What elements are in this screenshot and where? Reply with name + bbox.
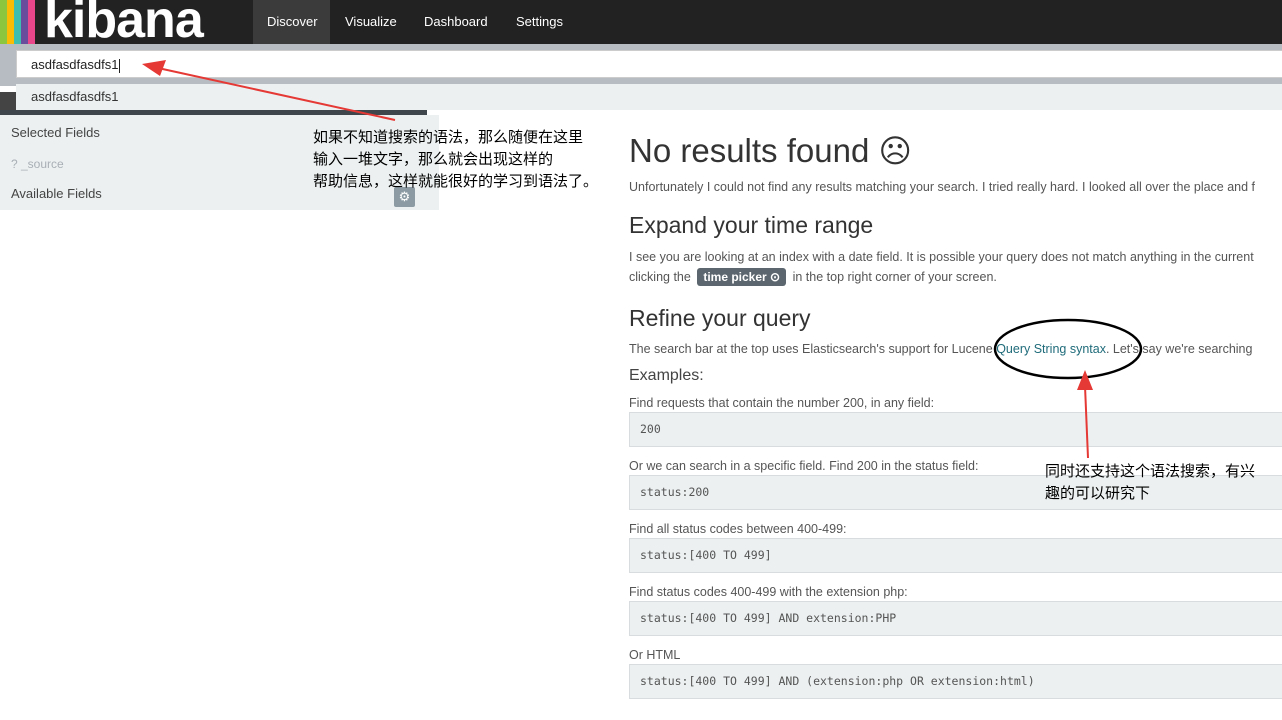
example-code: status:[400 TO 499] AND extension:PHP bbox=[629, 601, 1282, 636]
example-desc: Find all status codes between 400-499: bbox=[629, 522, 847, 536]
example-code: status:[400 TO 499] bbox=[629, 538, 1282, 573]
available-fields-heading: Available Fields bbox=[11, 186, 102, 201]
annotation-arrowhead bbox=[1077, 370, 1093, 390]
neutral-face-icon: ☹ bbox=[878, 133, 912, 169]
expand-text-line2: clicking the time picker ⊙ in the top ri… bbox=[629, 268, 997, 286]
source-field[interactable]: ? _source bbox=[11, 157, 64, 171]
no-results-intro: Unfortunately I could not find any resul… bbox=[629, 180, 1256, 194]
examples-heading: Examples: bbox=[629, 367, 704, 384]
refine-text: The search bar at the top uses Elasticse… bbox=[629, 342, 1253, 356]
annotation-note-2: 同时还支持这个语法搜索，有兴 趣的可以研究下 bbox=[1045, 462, 1256, 502]
example-desc: Find requests that contain the number 20… bbox=[629, 396, 935, 410]
search-input[interactable]: asdfasdfasdfs1 bbox=[16, 50, 1282, 78]
search-suggestion-text: asdfasdfasdfs1 bbox=[31, 89, 119, 104]
example-desc: Find status codes 400-499 with the exten… bbox=[629, 585, 908, 599]
expand-heading: Expand your time range bbox=[629, 212, 874, 238]
expand-text-line1: I see you are looking at an index with a… bbox=[629, 250, 1254, 264]
example-desc: Or we can search in a specific field. Fi… bbox=[629, 459, 979, 473]
nav-visualize[interactable]: Visualize bbox=[331, 0, 411, 44]
time-picker-button[interactable]: time picker ⊙ bbox=[697, 268, 787, 286]
query-string-syntax-link[interactable]: Query String syntax bbox=[996, 342, 1106, 356]
search-input-value: asdfasdfasdfs1 bbox=[31, 57, 119, 72]
refine-heading: Refine your query bbox=[629, 305, 811, 331]
nav-dashboard[interactable]: Dashboard bbox=[410, 0, 502, 44]
text-caret bbox=[119, 58, 121, 73]
nav-settings[interactable]: Settings bbox=[502, 0, 577, 44]
kibana-logo[interactable]: kibana bbox=[44, 0, 204, 48]
example-desc: Or HTML bbox=[629, 648, 681, 662]
example-code: 200 bbox=[629, 412, 1282, 447]
no-results-title: No results found ☹ bbox=[629, 132, 912, 169]
annotation-note-1: 如果不知道搜索的语法，那么随便在这里 输入一堆文字，那么就会出现这样的 帮助信息… bbox=[313, 128, 599, 190]
selected-fields-heading: Selected Fields bbox=[11, 125, 100, 140]
example-code: status:[400 TO 499] AND (extension:php O… bbox=[629, 664, 1282, 699]
top-navbar: kibana Discover Visualize Dashboard Sett… bbox=[0, 0, 1282, 48]
search-suggestion[interactable]: asdfasdfasdfs1 bbox=[16, 84, 1282, 110]
kibana-logo-stripes bbox=[0, 0, 44, 44]
nav-discover[interactable]: Discover bbox=[253, 0, 330, 44]
clock-icon: ⊙ bbox=[770, 270, 781, 284]
